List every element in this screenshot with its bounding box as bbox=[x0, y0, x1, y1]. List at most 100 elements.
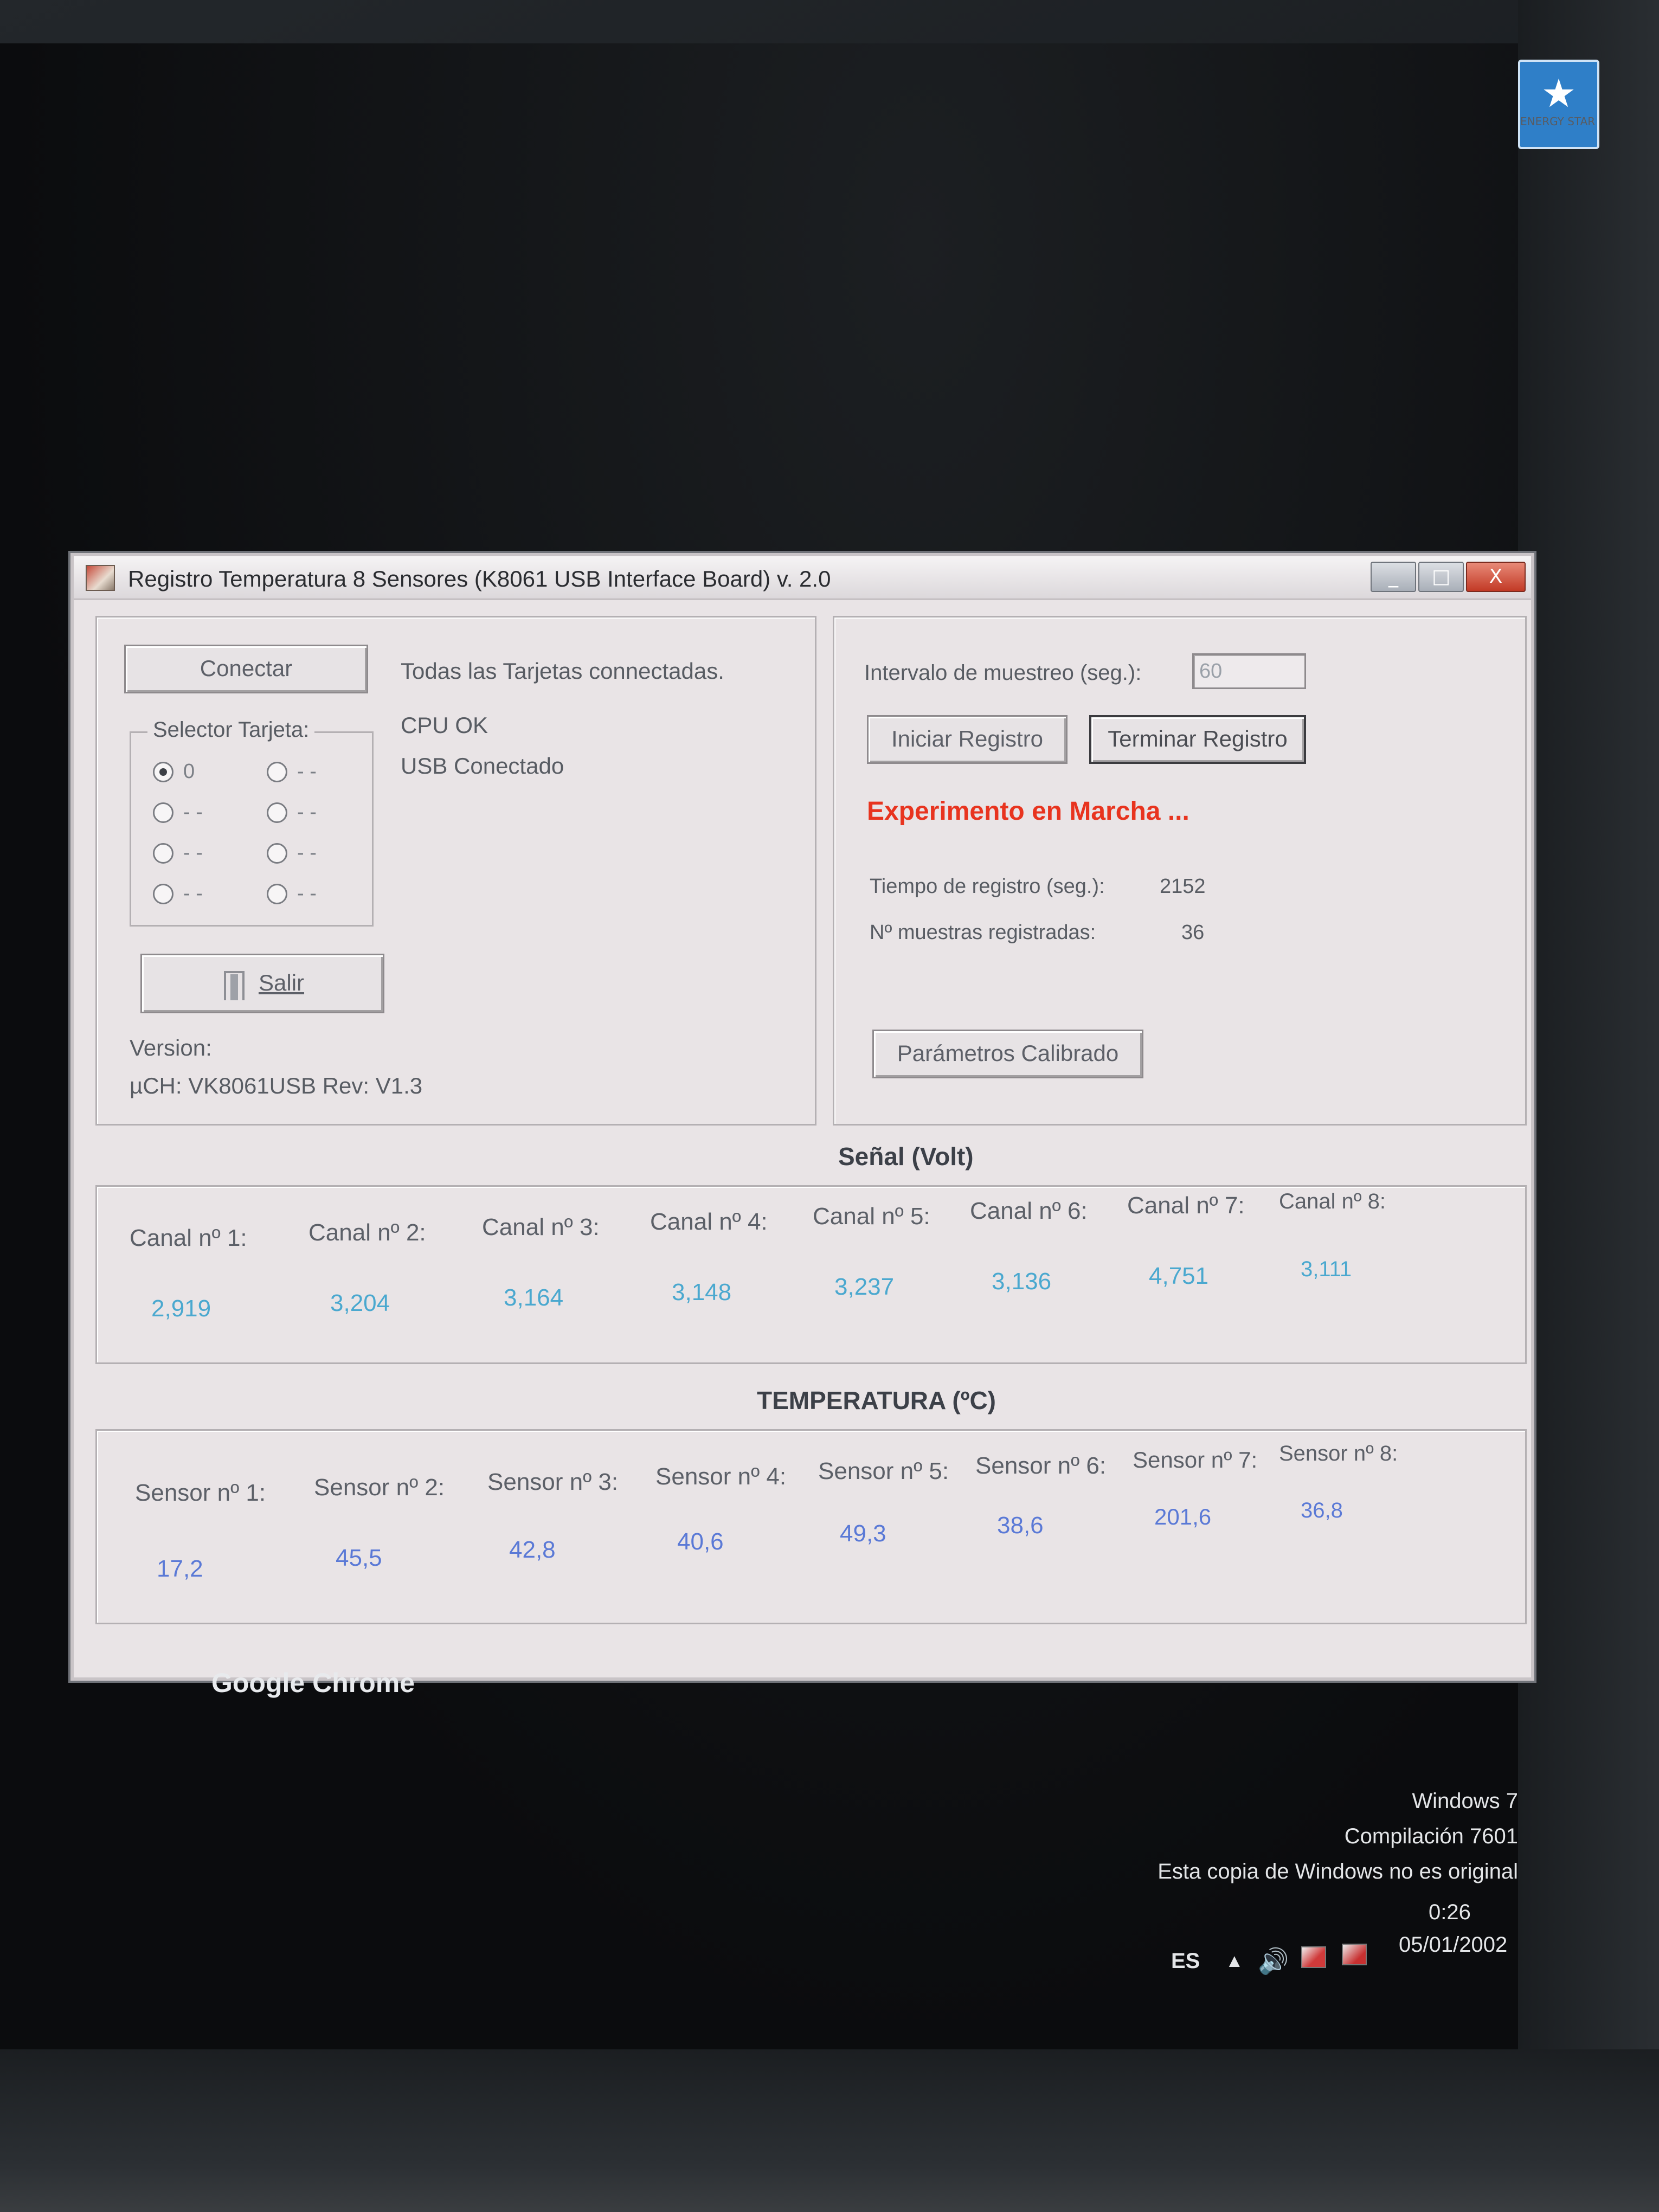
exit-button[interactable]: Salir bbox=[140, 954, 384, 1013]
sensor-value: 40,6 bbox=[677, 1528, 724, 1555]
radio-icon bbox=[153, 802, 173, 823]
channel-value: 3,148 bbox=[672, 1279, 732, 1306]
exit-button-label: Salir bbox=[258, 970, 305, 995]
channel-value: 3,164 bbox=[504, 1284, 564, 1311]
channel-label: Canal nº 1: bbox=[130, 1225, 247, 1251]
sensor-value: 49,3 bbox=[840, 1520, 886, 1547]
signal-title: Señal (Volt) bbox=[838, 1142, 974, 1171]
cpu-status: CPU OK bbox=[401, 712, 488, 738]
window-controls: _ □ X bbox=[1368, 562, 1526, 594]
recording-time-label: Tiempo de registro (seg.): bbox=[870, 875, 1105, 898]
action-center-flag-icon[interactable] bbox=[1301, 1946, 1326, 1968]
channel-value: 3,111 bbox=[1301, 1257, 1352, 1281]
card-selector-legend: Selector Tarjeta: bbox=[147, 718, 315, 742]
genuine-notice: Esta copia de Windows no es original bbox=[1158, 1860, 1518, 1883]
sensor-value: 45,5 bbox=[336, 1545, 382, 1571]
stop-recording-label: Terminar Registro bbox=[1108, 726, 1288, 751]
card-radio-0[interactable]: 0 bbox=[153, 760, 195, 783]
signal-panel: Canal nº 1: 2,919 Canal nº 2: 3,204 Cana… bbox=[95, 1185, 1527, 1364]
sensor-label: Sensor nº 6: bbox=[975, 1452, 1107, 1479]
sensor-label: Sensor nº 8: bbox=[1279, 1442, 1398, 1465]
channel-value: 4,751 bbox=[1149, 1263, 1209, 1289]
radio-icon bbox=[153, 843, 173, 864]
channel-label: Canal nº 4: bbox=[650, 1208, 768, 1235]
channel-label: Canal nº 2: bbox=[308, 1219, 426, 1246]
window-title: Registro Temperatura 8 Sensores (K8061 U… bbox=[128, 566, 831, 591]
sensor-label: Sensor nº 3: bbox=[487, 1469, 619, 1495]
sensor-value: 17,2 bbox=[157, 1555, 203, 1582]
sensor-label: Sensor nº 2: bbox=[314, 1474, 445, 1501]
language-indicator[interactable]: ES bbox=[1171, 1949, 1200, 1973]
stop-recording-button[interactable]: Terminar Registro bbox=[1089, 715, 1306, 764]
connection-status: Todas las Tarjetas connectadas. bbox=[401, 658, 724, 684]
temperature-panel: Sensor nº 1: 17,2 Sensor nº 2: 45,5 Sens… bbox=[95, 1429, 1527, 1624]
card-radio-3[interactable]: - - bbox=[153, 882, 203, 905]
maximize-button[interactable]: □ bbox=[1418, 562, 1464, 592]
exit-door-icon bbox=[221, 969, 248, 1000]
sensor-label: Sensor nº 7: bbox=[1133, 1447, 1258, 1472]
os-name: Windows 7 bbox=[1412, 1789, 1518, 1813]
sensor-value: 36,8 bbox=[1301, 1499, 1343, 1522]
sensor-label: Sensor nº 5: bbox=[818, 1458, 949, 1484]
app-window: Registro Temperatura 8 Sensores (K8061 U… bbox=[70, 553, 1534, 1681]
app-icon[interactable] bbox=[86, 565, 115, 591]
card-radio-label: - - bbox=[297, 841, 317, 864]
connection-panel: Conectar Todas las Tarjetas connectadas.… bbox=[95, 616, 816, 1126]
radio-icon bbox=[153, 883, 173, 904]
close-button[interactable]: X bbox=[1466, 562, 1526, 592]
experiment-status: Experimento en Marcha ... bbox=[867, 797, 1189, 826]
monitor: ★ ENERGY STAR Registro Temperatura 8 Sen… bbox=[0, 0, 1659, 2212]
usb-status: USB Conectado bbox=[401, 753, 564, 779]
sensor-value: 201,6 bbox=[1154, 1504, 1212, 1529]
start-recording-label: Iniciar Registro bbox=[891, 726, 1044, 751]
channel-label: Canal nº 5: bbox=[813, 1203, 930, 1230]
card-radio-1[interactable]: - - bbox=[153, 801, 203, 824]
samples-label: Nº muestras registradas: bbox=[870, 921, 1096, 944]
monitor-bezel-right bbox=[1518, 0, 1659, 2212]
sensor-value: 38,6 bbox=[997, 1512, 1044, 1539]
sensor-value: 42,8 bbox=[509, 1536, 556, 1563]
card-radio-6[interactable]: - - bbox=[267, 841, 317, 865]
interval-label: Intervalo de muestreo (seg.): bbox=[864, 661, 1142, 685]
card-radio-5[interactable]: - - bbox=[267, 801, 317, 824]
card-radio-label: - - bbox=[297, 882, 317, 905]
channel-value: 3,237 bbox=[834, 1274, 895, 1300]
channel-value: 3,136 bbox=[992, 1268, 1052, 1295]
sensor-label: Sensor nº 4: bbox=[655, 1463, 787, 1490]
radio-icon bbox=[267, 802, 287, 823]
energy-star-badge: ★ ENERGY STAR bbox=[1518, 60, 1599, 149]
sensor-label: Sensor nº 1: bbox=[135, 1480, 266, 1506]
network-icon[interactable] bbox=[1342, 1944, 1367, 1965]
card-radio-4[interactable]: - - bbox=[267, 760, 317, 783]
volume-icon[interactable]: 🔊 bbox=[1258, 1946, 1289, 1976]
clock-time[interactable]: 0:26 bbox=[1429, 1900, 1471, 1925]
start-recording-button[interactable]: Iniciar Registro bbox=[867, 715, 1068, 764]
desktop-shortcut-chrome[interactable]: Google Chrome bbox=[211, 1667, 415, 1699]
calibration-button-label: Parámetros Calibrado bbox=[897, 1040, 1119, 1066]
calibration-button[interactable]: Parámetros Calibrado bbox=[872, 1030, 1143, 1078]
radio-icon bbox=[267, 883, 287, 904]
version-label: Version: bbox=[130, 1035, 212, 1060]
card-radio-label: - - bbox=[183, 841, 203, 864]
window-body: Conectar Todas las Tarjetas connectadas.… bbox=[74, 600, 1531, 1684]
clock-date[interactable]: 05/01/2002 bbox=[1399, 1933, 1507, 1957]
connect-button[interactable]: Conectar bbox=[124, 645, 368, 693]
version-value: µCH: VK8061USB Rev: V1.3 bbox=[130, 1073, 423, 1098]
card-radio-7[interactable]: - - bbox=[267, 882, 317, 905]
channel-label: Canal nº 8: bbox=[1279, 1189, 1386, 1213]
minimize-button[interactable]: _ bbox=[1371, 562, 1416, 592]
interval-input[interactable]: 60 bbox=[1192, 653, 1306, 689]
show-hidden-icons-button[interactable]: ▲ bbox=[1225, 1951, 1244, 1972]
title-bar[interactable]: Registro Temperatura 8 Sensores (K8061 U… bbox=[74, 556, 1531, 600]
channel-label: Canal nº 7: bbox=[1127, 1192, 1245, 1219]
card-radio-label: - - bbox=[297, 760, 317, 783]
card-radio-2[interactable]: - - bbox=[153, 841, 203, 865]
radio-icon bbox=[267, 761, 287, 782]
card-radio-label: - - bbox=[183, 882, 203, 905]
channel-label: Canal nº 3: bbox=[482, 1214, 600, 1240]
connect-button-label: Conectar bbox=[200, 655, 293, 681]
temperature-title: TEMPERATURA (ºC) bbox=[757, 1386, 996, 1414]
card-selector-group: Selector Tarjeta: 0 - - - - - - - - - - … bbox=[130, 718, 374, 927]
recording-panel: Intervalo de muestreo (seg.): 60 Iniciar… bbox=[833, 616, 1527, 1126]
radio-selected-icon bbox=[153, 761, 173, 782]
